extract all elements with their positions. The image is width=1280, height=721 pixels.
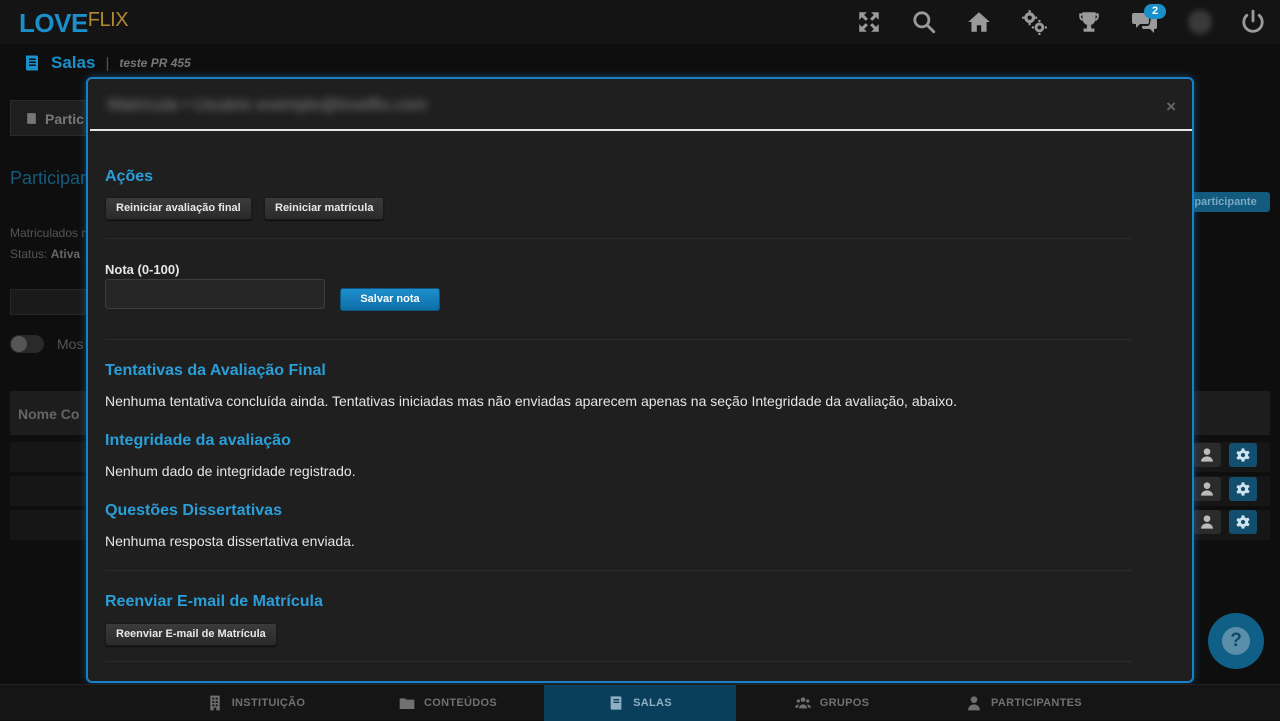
toggle-label: Mos [57,336,84,352]
actions-title: Ações [105,168,154,185]
enrollment-modal: Matrícula • Usuário exemplo@loveflix.com… [86,77,1194,683]
user-button[interactable] [1193,443,1221,467]
settings-gears-icon[interactable] [1021,9,1047,35]
user-button[interactable] [1193,477,1221,501]
integrity-title: Integridade da avaliação [105,432,291,449]
status-label: Status: [10,247,48,261]
help-icon: ? [1222,627,1250,655]
trophy-icon[interactable] [1076,9,1102,35]
logo-love: LOVE [19,8,88,38]
building-icon [210,695,220,711]
nav-item-contents[interactable]: CONTEÚDOS [352,685,544,721]
divider [105,238,1132,239]
reset-enrollment-button[interactable]: Reiniciar matrícula [264,197,385,220]
avatar[interactable] [1187,9,1213,35]
help-button[interactable]: ? [1208,613,1264,669]
breadcrumb: Salas | teste PR 455 [23,52,191,74]
book-icon [23,54,41,72]
add-participant-button[interactable]: r participante [1183,192,1270,212]
resend-email-button[interactable]: Reenviar E-mail de Matrícula [105,623,277,646]
enrolled-label: Matriculados n [10,226,89,240]
save-grade-button[interactable]: Salvar nota [340,288,440,311]
notification-badge: 2 [1144,4,1166,19]
show-toggle[interactable] [10,335,44,353]
final-attempts-text: Nenhuma tentativa concluída ainda. Tenta… [105,393,957,409]
divider [105,570,1132,571]
breadcrumb-subtitle: teste PR 455 [119,56,191,70]
close-icon[interactable]: × [1166,97,1176,117]
status-value: Ativa [50,247,81,261]
divider [105,661,1132,662]
search-input[interactable] [10,289,90,315]
nav-item-institution[interactable]: INSTITUIÇÃO [160,685,352,721]
resend-email-title: Reenviar E-mail de Matrícula [105,593,323,610]
settings-button[interactable] [1229,443,1257,467]
bottom-nav: INSTITUIÇÃO CONTEÚDOS SALAS GRUPOS PARTI… [0,684,1280,721]
nav-label: SALAS [633,697,672,709]
search-icon[interactable] [911,9,937,35]
user-button[interactable] [1193,510,1221,534]
status-line: Status: Ativa [10,247,80,261]
essays-title: Questões Dissertativas [105,502,282,519]
home-icon[interactable] [966,9,992,35]
book-icon [610,696,622,710]
nav-label: CONTEÚDOS [424,697,497,709]
modal-title: Matrícula • Usuário exemplo@loveflix.com [108,95,427,114]
settings-button[interactable] [1229,510,1257,534]
user-icon [968,696,981,711]
modal-header: Matrícula • Usuário exemplo@loveflix.com… [90,79,1192,131]
grade-label: Nota (0-100) [105,262,180,277]
folder-icon [399,698,415,709]
nav-label: PARTICIPANTES [991,697,1082,709]
tab-label: Partic [45,111,84,127]
nav-label: GRUPOS [819,697,870,709]
group-icon [794,697,811,709]
section-title: Participan [10,168,91,188]
integrity-text: Nenhum dado de integridade registrado. [105,463,356,479]
essays-text: Nenhuma resposta dissertativa enviada. [105,533,355,549]
column-name-header: Nome Co [18,406,80,422]
breadcrumb-separator: | [105,54,110,72]
nav-item-groups[interactable]: GRUPOS [736,685,928,721]
nav-label: INSTITUIÇÃO [231,697,306,709]
fullscreen-icon[interactable] [856,9,882,35]
nav-item-rooms[interactable]: SALAS [544,685,736,721]
page-title[interactable]: Salas [51,53,95,73]
logo-flix: FLIX [87,9,129,31]
grade-input[interactable] [105,279,325,309]
divider [105,339,1132,340]
power-icon[interactable] [1240,9,1266,35]
nav-item-participants[interactable]: PARTICIPANTES [928,685,1120,721]
app-logo[interactable]: LOVEFLIX [19,8,129,39]
top-bar: LOVEFLIX 2 [0,0,1280,44]
final-attempts-title: Tentativas da Avaliação Final [105,362,326,379]
settings-button[interactable] [1229,477,1257,501]
reset-final-assessment-button[interactable]: Reiniciar avaliação final [105,197,252,220]
